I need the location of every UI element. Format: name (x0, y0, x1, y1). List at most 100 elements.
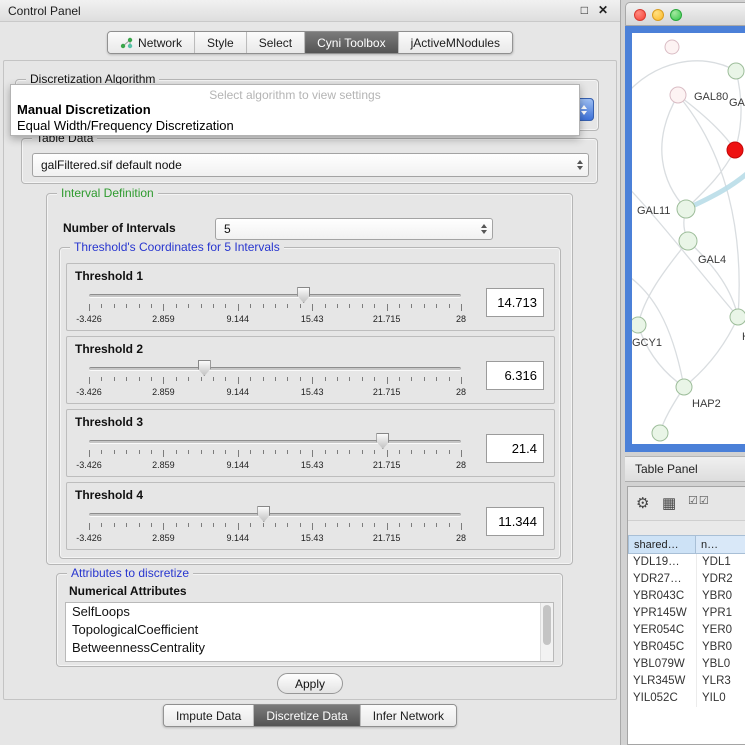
close-window-icon[interactable]: ✕ (598, 3, 608, 17)
table-row[interactable]: YER054CYER0 (628, 622, 745, 639)
network-edge[interactable] (638, 241, 688, 325)
select-columns-icon[interactable]: ☑☑ (688, 494, 710, 507)
network-edge[interactable] (686, 150, 735, 209)
tab-discretize-data[interactable]: Discretize Data (253, 705, 359, 726)
attributes-list-scrollbar[interactable] (540, 603, 553, 661)
threshold-value-field[interactable] (486, 361, 544, 390)
tab-label: jActiveMNodules (411, 36, 500, 50)
numerical-attributes-list[interactable]: SelfLoopsTopologicalCoefficientBetweenne… (65, 602, 554, 662)
slider-track[interactable] (89, 513, 461, 517)
table-row[interactable]: YIL052CYIL0 (628, 690, 745, 707)
threshold-value-field[interactable] (486, 288, 544, 317)
tab-select[interactable]: Select (246, 32, 304, 53)
apply-button[interactable]: Apply (277, 673, 343, 694)
table-row[interactable]: YDL19…YDL1 (628, 554, 745, 571)
network-node[interactable] (670, 87, 686, 103)
network-node[interactable] (632, 317, 646, 333)
threshold-value-field[interactable] (486, 507, 544, 536)
dropdown-option-manual-discretization[interactable]: Manual Discretization (11, 102, 579, 118)
tab-style[interactable]: Style (194, 32, 246, 53)
table-panel-title: Table Panel (635, 462, 698, 476)
threshold-value-field[interactable] (486, 434, 544, 463)
table-cell: YER054C (628, 622, 696, 639)
minimize-traffic-light-icon[interactable] (652, 9, 664, 21)
table-row[interactable]: YBL079WYBL0 (628, 656, 745, 673)
threshold-slider[interactable]: -3.4262.8599.14415.4321.71528 (89, 357, 461, 401)
slider-track[interactable] (89, 294, 461, 298)
tab-infer-network[interactable]: Infer Network (360, 705, 456, 726)
close-traffic-light-icon[interactable] (634, 9, 646, 21)
control-panel-titlebar[interactable]: Control Panel □ ✕ (0, 0, 620, 22)
attribute-list-item[interactable]: SelfLoops (66, 603, 553, 621)
network-node-label: GCY1 (632, 337, 662, 349)
threshold-slider[interactable]: -3.4262.8599.14415.4321.71528 (89, 284, 461, 328)
network-node[interactable] (677, 200, 695, 218)
scale-label: 28 (456, 387, 466, 397)
column-header-name[interactable]: n… (696, 535, 745, 554)
threshold-slider[interactable]: -3.4262.8599.14415.4321.71528 (89, 503, 461, 547)
table-cell: YPR145W (628, 605, 696, 622)
network-window-titlebar[interactable] (625, 2, 745, 26)
network-node[interactable] (730, 309, 745, 325)
attribute-list-item[interactable]: BetweennessCentrality (66, 639, 553, 657)
table-panel-window: ⚙ ▦ ☑☑ shared… n… YDL19…YDL1YDR27…YDR2YB… (627, 486, 745, 745)
threshold-slider[interactable]: -3.4262.8599.14415.4321.71528 (89, 430, 461, 474)
table-row[interactable]: YBR045CYBR0 (628, 639, 745, 656)
slider-track[interactable] (89, 367, 461, 371)
scale-label: 21.715 (373, 533, 401, 543)
table-row[interactable]: YBR043CYBR0 (628, 588, 745, 605)
zoom-traffic-light-icon[interactable] (670, 9, 682, 21)
network-edge[interactable] (735, 71, 741, 150)
tab-cyni-toolbox[interactable]: Cyni Toolbox (304, 32, 397, 53)
discretization-algorithm-group: Discretization Algorithm Select algorith… (15, 79, 599, 131)
attribute-list-item[interactable]: TopologicalCoefficient (66, 621, 553, 639)
tab-impute-data[interactable]: Impute Data (164, 705, 253, 726)
table-row[interactable]: YLR345WYLR3 (628, 673, 745, 690)
scrollbar-thumb[interactable] (543, 605, 551, 645)
table-row[interactable]: YPR145WYPR1 (628, 605, 745, 622)
network-node[interactable] (727, 142, 743, 158)
interval-definition-group: Interval Definition Number of Intervals … (46, 193, 573, 565)
slider-thumb[interactable] (297, 287, 310, 303)
group-title: Attributes to discretize (67, 566, 193, 580)
table-panel-header[interactable]: Table Panel (625, 456, 745, 482)
network-canvas[interactable]: GAL80GAGAL11GAL4GCY1HHAP2 (632, 33, 745, 444)
network-edge[interactable] (688, 241, 738, 317)
table-cell: YIL0 (696, 690, 745, 707)
network-node[interactable] (676, 379, 692, 395)
network-node[interactable] (679, 232, 697, 250)
table-data-combobox[interactable]: galFiltered.sif default node (32, 153, 589, 177)
dropdown-option-equal-width-frequency[interactable]: Equal Width/Frequency Discretization (11, 118, 579, 134)
gear-icon[interactable]: ⚙ (636, 494, 649, 512)
tab-network[interactable]: Network (108, 32, 194, 53)
network-node[interactable] (652, 425, 668, 441)
network-edge[interactable] (662, 95, 686, 209)
table-row[interactable]: YDR27…YDR2 (628, 571, 745, 588)
network-edge[interactable] (684, 317, 738, 387)
tab-jactivemnodules[interactable]: jActiveMNodules (398, 32, 512, 53)
network-edge[interactable] (686, 171, 745, 209)
threshold-label: Threshold 1 (75, 269, 143, 283)
table-cell: YDL19… (628, 554, 696, 571)
dropdown-placeholder: Select algorithm to view settings (11, 85, 579, 102)
threshold-label: Threshold 4 (75, 488, 143, 502)
cyni-toolbox-panel: Discretization Algorithm Select algorith… (3, 60, 617, 700)
scale-label: 21.715 (373, 387, 401, 397)
scale-label: 2.859 (152, 460, 175, 470)
number-of-intervals-label: Number of Intervals (63, 221, 176, 235)
slider-ticks (89, 377, 461, 385)
float-window-icon[interactable]: □ (581, 3, 588, 17)
scale-label: 21.715 (373, 314, 401, 324)
network-view-window: GAL80GAGAL11GAL4GCY1HHAP2 (625, 2, 745, 452)
network-node[interactable] (665, 40, 679, 54)
number-of-intervals-combobox[interactable]: 5 (215, 218, 493, 240)
column-header-shared-name[interactable]: shared… (628, 535, 696, 554)
columns-icon[interactable]: ▦ (662, 494, 676, 512)
network-edge[interactable] (678, 95, 735, 150)
network-node[interactable] (728, 63, 744, 79)
slider-thumb[interactable] (376, 433, 389, 449)
combo-value: 5 (224, 222, 231, 236)
slider-thumb[interactable] (257, 506, 270, 522)
slider-thumb[interactable] (198, 360, 211, 376)
slider-track[interactable] (89, 440, 461, 444)
